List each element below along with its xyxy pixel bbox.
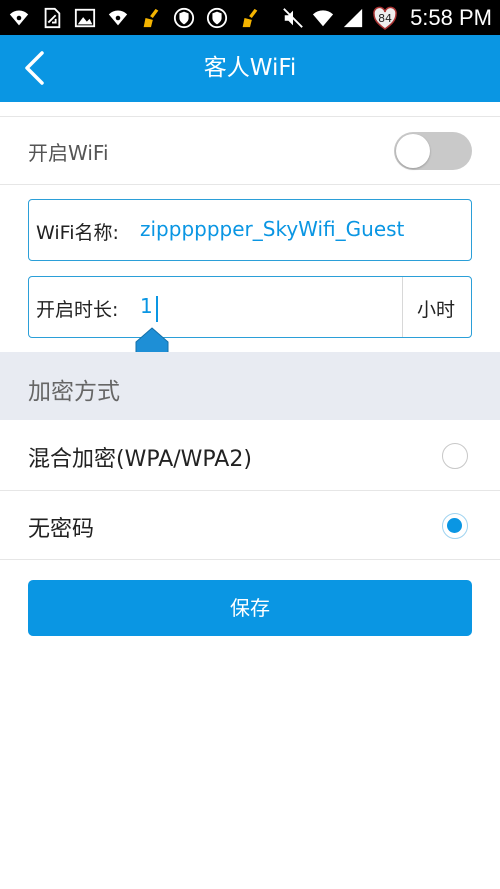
notification-icons xyxy=(0,0,261,35)
back-button[interactable] xyxy=(14,48,54,88)
chevron-left-icon xyxy=(25,51,44,85)
toggle-knob xyxy=(396,134,430,168)
wifi-name-value[interactable]: zipppppper_SkyWifi_Guest xyxy=(140,217,404,241)
divider xyxy=(0,559,500,560)
shield-icon xyxy=(173,7,195,29)
mute-icon xyxy=(282,7,304,29)
wifi-toggle-switch[interactable] xyxy=(394,132,472,170)
image-icon xyxy=(74,7,96,29)
duration-field[interactable]: 开启时长: 1 小时 xyxy=(28,276,472,338)
wifi-name-label: WiFi名称: xyxy=(36,222,119,244)
shield-icon xyxy=(206,7,228,29)
encryption-section-header: 加密方式 xyxy=(0,352,500,420)
text-cursor xyxy=(156,296,158,322)
option-label: 无密码 xyxy=(28,517,95,542)
radio-button-unchecked[interactable] xyxy=(442,443,468,469)
battery-icon: 84 xyxy=(372,5,398,31)
system-icons: 84 5:58 PM xyxy=(282,0,500,35)
battery-level: 84 xyxy=(378,11,393,25)
radio-button-checked[interactable] xyxy=(442,513,468,539)
divider xyxy=(0,184,500,185)
section-title: 加密方式 xyxy=(28,379,120,405)
unit-separator xyxy=(402,277,403,337)
wifi-name-field[interactable]: WiFi名称: zipppppper_SkyWifi_Guest xyxy=(28,199,472,261)
duration-unit: 小时 xyxy=(417,299,456,321)
status-time: 5:58 PM xyxy=(410,4,492,30)
status-bar: 84 5:58 PM xyxy=(0,0,500,35)
app-bar: 客人WiFi xyxy=(0,35,500,102)
document-icon xyxy=(41,7,63,29)
wifi-icon xyxy=(107,7,129,29)
duration-label: 开启时长: xyxy=(36,299,119,321)
duration-value[interactable]: 1 xyxy=(140,294,153,318)
save-button[interactable]: 保存 xyxy=(28,580,472,636)
wifi-icon xyxy=(8,7,30,29)
cell-signal-icon xyxy=(342,7,364,29)
broom-icon xyxy=(239,7,261,29)
option-label: 混合加密(WPA/WPA2) xyxy=(28,447,252,472)
page-title: 客人WiFi xyxy=(203,55,297,81)
encryption-option-none[interactable]: 无密码 xyxy=(0,491,500,559)
wifi-signal-icon xyxy=(312,7,334,29)
encryption-option-wpa[interactable]: 混合加密(WPA/WPA2) xyxy=(0,421,500,489)
broom-icon xyxy=(140,7,162,29)
wifi-toggle-label: 开启WiFi xyxy=(28,141,109,165)
radio-dot xyxy=(447,518,462,533)
